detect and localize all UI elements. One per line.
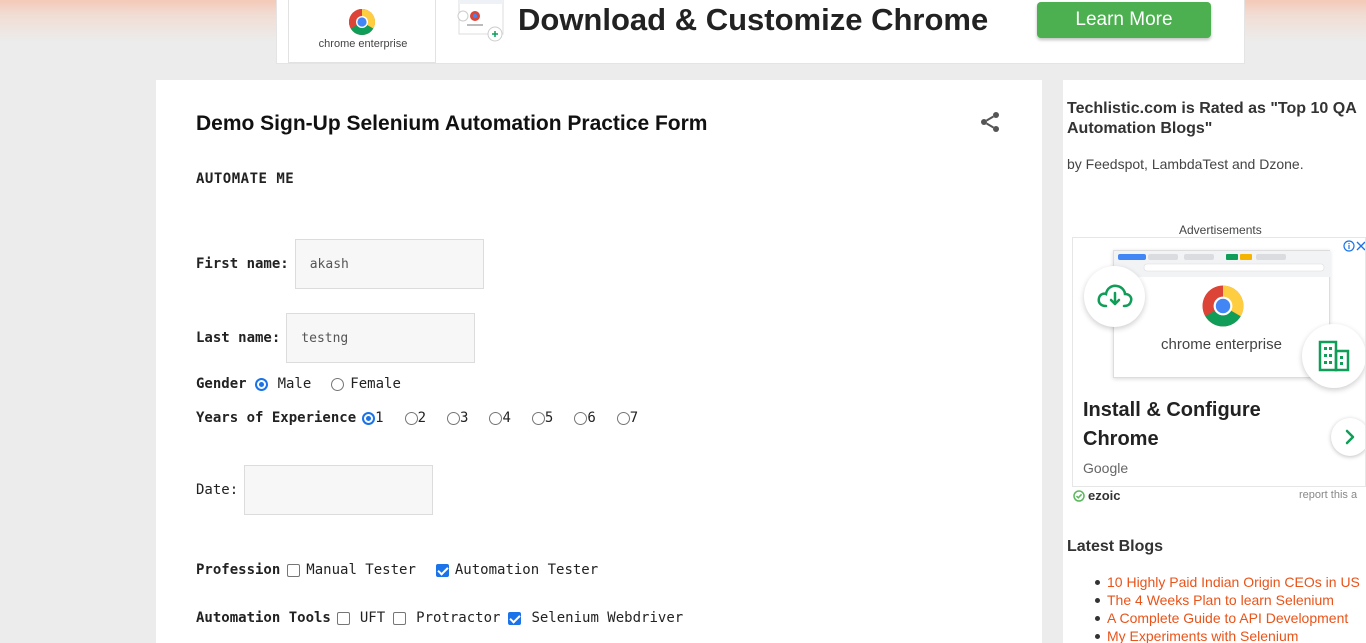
- first-name-row: First name: akash: [196, 239, 484, 289]
- learn-more-button[interactable]: Learn More: [1037, 2, 1211, 38]
- chrome-browser-thumbnail-icon: [457, 0, 504, 42]
- ad-headline[interactable]: Install & Configure Chrome: [1083, 396, 1283, 454]
- tool-uft-checkbox[interactable]: [336, 611, 350, 625]
- ezoic-logo[interactable]: ezoic: [1073, 488, 1121, 503]
- profession-manual-label[interactable]: Manual Tester: [306, 562, 416, 578]
- section-subheading: AUTOMATE ME: [196, 171, 295, 187]
- automation-tools-row: Automation Tools UFT Protractor Selenium…: [196, 610, 683, 626]
- profession-automation-checkbox[interactable]: [435, 563, 449, 577]
- latest-blogs-list: 10 Highly Paid Indian Origin CEOs in US …: [1095, 573, 1360, 643]
- date-label: Date:: [196, 482, 239, 498]
- sidebar-rating-title: Techlistic.com is Rated as "Top 10 QA Au…: [1067, 100, 1357, 137]
- banner-headline[interactable]: Download & Customize Chrome: [518, 2, 988, 38]
- gender-male-label[interactable]: Male: [278, 376, 312, 392]
- experience-4-label[interactable]: 4: [502, 410, 510, 426]
- ad-building-badge: [1302, 324, 1365, 388]
- last-name-row: Last name: testng: [196, 313, 476, 363]
- ad-cloud-badge: [1084, 266, 1145, 327]
- latest-blog-link[interactable]: 10 Highly Paid Indian Origin CEOs in US: [1095, 573, 1360, 591]
- latest-blog-link[interactable]: A Complete Guide to API Development: [1095, 609, 1360, 627]
- latest-blog-link[interactable]: The 4 Weeks Plan to learn Selenium: [1095, 591, 1360, 609]
- ad-next-button[interactable]: [1331, 418, 1365, 456]
- gender-female-radio[interactable]: [331, 377, 345, 391]
- ad-close-icon[interactable]: [1355, 240, 1366, 252]
- experience-3-label[interactable]: 3: [460, 410, 468, 426]
- experience-6-radio[interactable]: [574, 411, 588, 425]
- report-ad-link[interactable]: report this a: [1299, 489, 1357, 501]
- automation-tools-label: Automation Tools: [196, 610, 331, 626]
- date-input[interactable]: [244, 465, 434, 515]
- gender-female-label[interactable]: Female: [350, 376, 401, 392]
- page-title: Demo Sign-Up Selenium Automation Practic…: [196, 112, 708, 135]
- ad-advertiser: Google: [1083, 460, 1129, 476]
- first-name-input[interactable]: akash: [294, 239, 484, 289]
- tool-selenium-checkbox[interactable]: [508, 611, 522, 625]
- sidebar-rating-subtitle: by Feedspot, LambdaTest and Dzone.: [1067, 156, 1304, 172]
- sidebar-ad[interactable]: chrome enterprise Install & Configure Ch…: [1072, 237, 1366, 487]
- chevron-right-icon: [1345, 429, 1355, 445]
- experience-row: Years of Experience 1 2 3 4 5 6 7: [196, 410, 638, 426]
- ad-brand-text: chrome enterprise: [1161, 336, 1282, 353]
- top-banner-ad[interactable]: chrome enterprise Download & Customize C…: [276, 0, 1245, 64]
- experience-3-radio[interactable]: [447, 411, 461, 425]
- experience-2-radio[interactable]: [404, 411, 418, 425]
- experience-5-label[interactable]: 5: [545, 410, 553, 426]
- tool-uft-label[interactable]: UFT: [360, 610, 385, 626]
- ad-info-icon[interactable]: [1343, 240, 1355, 252]
- gender-male-radio[interactable]: [254, 377, 268, 391]
- experience-1-radio[interactable]: [362, 411, 376, 425]
- first-name-label: First name:: [196, 256, 289, 272]
- building-icon: [1318, 340, 1350, 372]
- latest-blogs-heading: Latest Blogs: [1067, 538, 1164, 555]
- ezoic-label: ezoic: [1088, 488, 1121, 503]
- experience-label: Years of Experience: [196, 410, 357, 426]
- experience-6-label[interactable]: 6: [587, 410, 595, 426]
- date-row: Date:: [196, 465, 434, 515]
- profession-manual-checkbox[interactable]: [287, 563, 301, 577]
- sidebar: Techlistic.com is Rated as "Top 10 QA Au…: [1063, 80, 1366, 643]
- ezoic-bar: ezoic report this a: [1073, 487, 1366, 503]
- practice-form-card: Demo Sign-Up Selenium Automation Practic…: [156, 80, 1042, 643]
- tool-protractor-label[interactable]: Protractor: [416, 610, 500, 626]
- chrome-logo-icon: [348, 9, 376, 36]
- tool-selenium-label[interactable]: Selenium Webdriver: [531, 610, 683, 626]
- last-name-label: Last name:: [196, 330, 281, 346]
- tool-protractor-checkbox[interactable]: [393, 611, 407, 625]
- ad-browser-mockup: [1113, 250, 1331, 378]
- profession-label: Profession: [196, 562, 281, 578]
- gender-row: Gender Male Female: [196, 376, 401, 392]
- profession-row: Profession Manual Tester Automation Test…: [196, 562, 598, 578]
- cloud-download-icon: [1097, 284, 1133, 308]
- gender-label: Gender: [196, 376, 247, 392]
- banner-logo: chrome enterprise: [288, 0, 436, 63]
- banner-logo-text: chrome enterprise: [318, 38, 408, 50]
- experience-1-label[interactable]: 1: [375, 410, 383, 426]
- advertisements-label: Advertisements: [1179, 223, 1262, 237]
- share-icon[interactable]: [978, 110, 1002, 134]
- latest-blog-link[interactable]: My Experiments with Selenium: [1095, 627, 1360, 643]
- experience-5-radio[interactable]: [531, 411, 545, 425]
- browser-tabs-icon: [1114, 251, 1331, 277]
- experience-4-radio[interactable]: [489, 411, 503, 425]
- chrome-logo-icon: [1202, 285, 1244, 327]
- experience-7-label[interactable]: 7: [630, 410, 638, 426]
- experience-2-label[interactable]: 2: [418, 410, 426, 426]
- ezoic-check-icon: [1073, 489, 1085, 502]
- last-name-input[interactable]: testng: [286, 313, 476, 363]
- profession-automation-label[interactable]: Automation Tester: [455, 562, 598, 578]
- experience-7-radio[interactable]: [616, 411, 630, 425]
